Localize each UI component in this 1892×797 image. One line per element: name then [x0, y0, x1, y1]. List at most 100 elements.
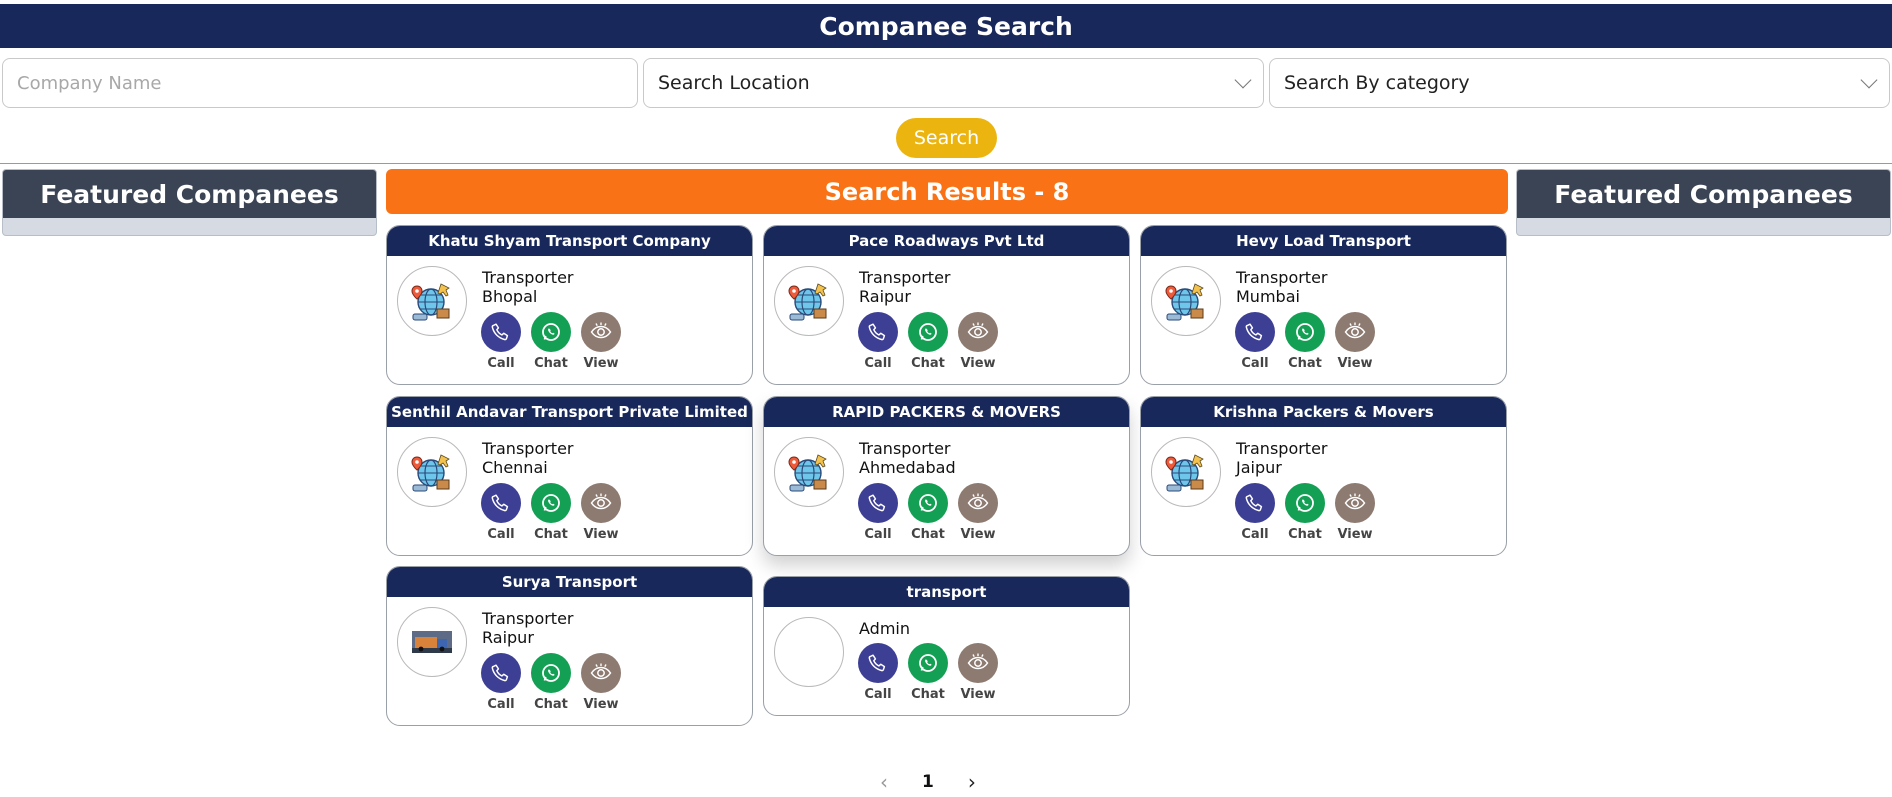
- company-card[interactable]: Surya Transport Transporter Raipur Call Chat…: [386, 566, 753, 726]
- phone-icon[interactable]: [858, 643, 898, 683]
- call-button[interactable]: Call: [1235, 483, 1275, 542]
- company-city: Raipur: [482, 628, 534, 647]
- company-name[interactable]: Surya Transport: [387, 567, 752, 597]
- globe-delivery-icon: [397, 266, 467, 336]
- call-button[interactable]: Call: [481, 483, 521, 542]
- call-label: Call: [864, 687, 892, 702]
- page-header: Companee Search: [0, 4, 1892, 48]
- call-label: Call: [487, 527, 515, 542]
- globe-delivery-icon: [774, 266, 844, 336]
- call-label: Call: [864, 356, 892, 371]
- next-page-button[interactable]: ›: [968, 770, 976, 794]
- call-label: Call: [1241, 356, 1269, 371]
- view-button[interactable]: View: [958, 312, 998, 371]
- whatsapp-icon[interactable]: [531, 312, 571, 352]
- eye-icon[interactable]: [581, 312, 621, 352]
- view-button[interactable]: View: [958, 483, 998, 542]
- view-button[interactable]: View: [1335, 483, 1375, 542]
- eye-icon[interactable]: [1335, 312, 1375, 352]
- eye-icon[interactable]: [581, 483, 621, 523]
- company-name-field[interactable]: [2, 58, 638, 108]
- search-panel: Search Location Search By category Searc…: [0, 48, 1892, 164]
- card-actions: Call Chat View: [858, 312, 998, 371]
- whatsapp-icon[interactable]: [531, 653, 571, 693]
- chat-label: Chat: [1288, 527, 1322, 542]
- phone-icon[interactable]: [481, 653, 521, 693]
- whatsapp-icon[interactable]: [908, 483, 948, 523]
- whatsapp-icon[interactable]: [1285, 312, 1325, 352]
- view-label: View: [583, 697, 619, 712]
- whatsapp-icon[interactable]: [908, 312, 948, 352]
- company-category: Admin: [859, 619, 910, 638]
- view-button[interactable]: View: [581, 483, 621, 542]
- category-select[interactable]: Search By category: [1269, 58, 1890, 108]
- whatsapp-icon[interactable]: [908, 643, 948, 683]
- chat-button[interactable]: Chat: [908, 312, 948, 371]
- view-label: View: [583, 356, 619, 371]
- company-name[interactable]: RAPID PACKERS & MOVERS: [764, 397, 1129, 427]
- card-actions: Call Chat View: [858, 643, 998, 702]
- eye-icon[interactable]: [958, 643, 998, 683]
- eye-icon[interactable]: [958, 483, 998, 523]
- eye-icon[interactable]: [581, 653, 621, 693]
- chat-button[interactable]: Chat: [531, 312, 571, 371]
- call-button[interactable]: Call: [481, 312, 521, 371]
- call-button[interactable]: Call: [481, 653, 521, 712]
- page-number-button[interactable]: 1: [922, 772, 934, 792]
- view-label: View: [960, 527, 996, 542]
- eye-icon[interactable]: [958, 312, 998, 352]
- empty-logo: [774, 617, 844, 687]
- view-button[interactable]: View: [958, 643, 998, 702]
- company-card[interactable]: Pace Roadways Pvt Ltd Transporter Raipur Ca…: [763, 225, 1130, 385]
- phone-icon[interactable]: [858, 312, 898, 352]
- company-name[interactable]: Pace Roadways Pvt Ltd: [764, 226, 1129, 256]
- call-button[interactable]: Call: [858, 643, 898, 702]
- chat-button[interactable]: Chat: [531, 653, 571, 712]
- phone-icon[interactable]: [858, 483, 898, 523]
- company-category: Transporter: [482, 268, 574, 287]
- company-category: Transporter: [1236, 439, 1328, 458]
- company-card[interactable]: transport Admin Call Chat View: [763, 576, 1130, 716]
- globe-delivery-icon: [774, 437, 844, 507]
- company-name[interactable]: transport: [764, 577, 1129, 607]
- globe-delivery-icon: [1151, 437, 1221, 507]
- card-actions: Call Chat View: [1235, 312, 1375, 371]
- whatsapp-icon[interactable]: [1285, 483, 1325, 523]
- company-card[interactable]: Khatu Shyam Transport Company Transporter…: [386, 225, 753, 385]
- company-card[interactable]: Hevy Load Transport Transporter Mumbai Call…: [1140, 225, 1507, 385]
- company-name[interactable]: Khatu Shyam Transport Company: [387, 226, 752, 256]
- call-button[interactable]: Call: [858, 312, 898, 371]
- phone-icon[interactable]: [1235, 483, 1275, 523]
- prev-page-button[interactable]: ‹: [880, 770, 888, 794]
- call-button[interactable]: Call: [858, 483, 898, 542]
- phone-icon[interactable]: [481, 483, 521, 523]
- phone-icon[interactable]: [1235, 312, 1275, 352]
- company-name[interactable]: Krishna Packers & Movers: [1141, 397, 1506, 427]
- whatsapp-icon[interactable]: [531, 483, 571, 523]
- chat-button[interactable]: Chat: [531, 483, 571, 542]
- call-label: Call: [487, 697, 515, 712]
- view-label: View: [1337, 356, 1373, 371]
- card-actions: Call Chat View: [481, 653, 621, 712]
- view-button[interactable]: View: [1335, 312, 1375, 371]
- chat-button[interactable]: Chat: [908, 643, 948, 702]
- call-button[interactable]: Call: [1235, 312, 1275, 371]
- company-card[interactable]: Senthil Andavar Transport Private Limite…: [386, 396, 753, 556]
- company-name[interactable]: Senthil Andavar Transport Private Limite…: [387, 397, 752, 427]
- company-name[interactable]: Hevy Load Transport: [1141, 226, 1506, 256]
- company-name-input[interactable]: [17, 72, 637, 94]
- chevron-down-icon: [1234, 71, 1252, 89]
- eye-icon[interactable]: [1335, 483, 1375, 523]
- view-button[interactable]: View: [581, 653, 621, 712]
- company-card[interactable]: RAPID PACKERS & MOVERS Transporter Ahmedab…: [763, 396, 1130, 556]
- chat-button[interactable]: Chat: [1285, 312, 1325, 371]
- location-select[interactable]: Search Location: [643, 58, 1264, 108]
- card-actions: Call Chat View: [481, 312, 621, 371]
- company-card[interactable]: Krishna Packers & Movers Transporter Jaipu…: [1140, 396, 1507, 556]
- chat-button[interactable]: Chat: [1285, 483, 1325, 542]
- view-button[interactable]: View: [581, 312, 621, 371]
- phone-icon[interactable]: [481, 312, 521, 352]
- search-button[interactable]: Search: [896, 118, 997, 158]
- chat-button[interactable]: Chat: [908, 483, 948, 542]
- chat-label: Chat: [534, 697, 568, 712]
